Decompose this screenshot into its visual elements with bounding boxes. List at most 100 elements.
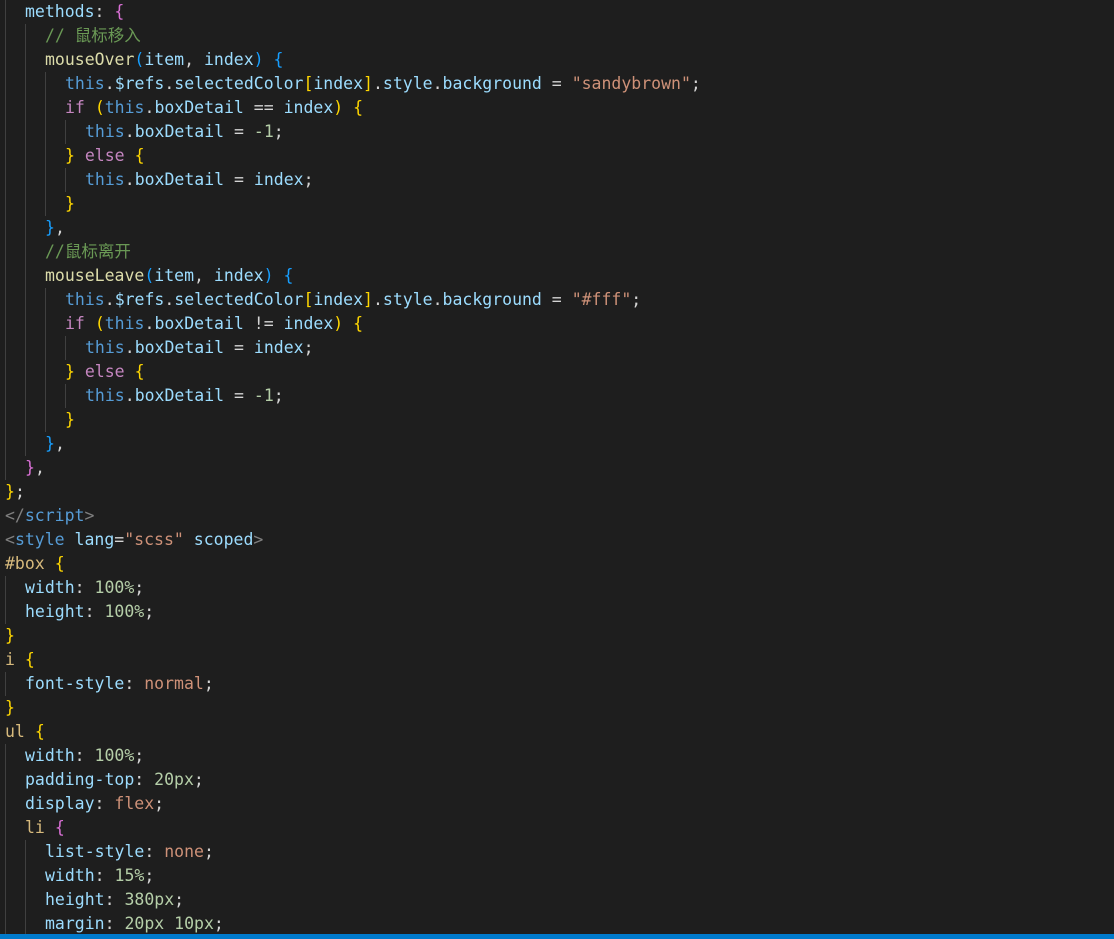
code-line[interactable]: <style lang="scss" scoped> (0, 528, 1114, 552)
indent-guide (25, 264, 26, 288)
code-line[interactable]: // 鼠标移入 (0, 24, 1114, 48)
code-line[interactable]: #box { (0, 552, 1114, 576)
code-token-control: if (65, 314, 85, 333)
code-token-default: : (124, 674, 145, 693)
code-token-function: mouseOver (45, 50, 135, 69)
code-token-default (45, 554, 55, 573)
code-line[interactable]: if (this.boxDetail == index) { (0, 96, 1114, 120)
code-token-default: ; (303, 338, 314, 357)
code-line[interactable]: //鼠标离开 (0, 240, 1114, 264)
code-line[interactable]: methods: { (0, 0, 1114, 24)
code-line[interactable]: list-style: none; (0, 840, 1114, 864)
indent-guide (45, 384, 46, 408)
code-line[interactable]: } (0, 624, 1114, 648)
code-token-bracket1: { (353, 98, 364, 117)
code-line[interactable]: }; (0, 480, 1114, 504)
code-token-bracket2: { (114, 2, 125, 21)
code-line[interactable]: this.boxDetail = index; (0, 168, 1114, 192)
code-token-variable: index (213, 266, 264, 285)
code-line[interactable]: mouseLeave(item, index) { (0, 264, 1114, 288)
code-token-bracket3: } (45, 218, 55, 237)
code-token-default: , (54, 434, 65, 453)
code-token-default: . (144, 98, 155, 117)
indent-guide (45, 72, 46, 96)
indent-guide (5, 912, 6, 934)
code-editor[interactable]: methods: {// 鼠标移入 mouseOver(item, index) … (0, 0, 1114, 934)
code-token-keyword: this (85, 338, 125, 357)
indent-guide (5, 192, 6, 216)
code-line[interactable]: padding-top: 20px; (0, 768, 1114, 792)
code-line[interactable]: font-style: normal; (0, 672, 1114, 696)
code-line[interactable]: mouseOver(item, index) { (0, 48, 1114, 72)
indent-guide (65, 336, 66, 360)
code-token-variable: width (25, 746, 75, 765)
code-line[interactable]: } else { (0, 144, 1114, 168)
indent-guide (5, 216, 6, 240)
code-token-default: . (124, 386, 135, 405)
code-token-default (343, 98, 353, 117)
code-token-bracket1: { (134, 362, 145, 381)
code-line[interactable]: i { (0, 648, 1114, 672)
code-line[interactable]: } (0, 408, 1114, 432)
code-line[interactable]: height: 380px; (0, 888, 1114, 912)
code-line[interactable]: this.boxDetail = -1; (0, 384, 1114, 408)
code-token-selector: li (25, 818, 45, 837)
code-token-variable: boxDetail (134, 338, 225, 357)
code-token-number: 20px (154, 770, 194, 789)
code-token-bracket2: } (25, 458, 35, 477)
code-token-control: else (84, 146, 125, 165)
code-line[interactable]: } (0, 192, 1114, 216)
code-token-variable: width (25, 578, 75, 597)
code-token-default: ; (273, 122, 284, 141)
code-token-variable: item (154, 266, 195, 285)
code-line[interactable]: </script> (0, 504, 1114, 528)
indent-guide (5, 840, 6, 864)
code-token-variable: boxDetail (154, 314, 244, 333)
code-token-variable: margin (45, 914, 105, 933)
code-token-default: . (124, 170, 135, 189)
code-token-variable: display (25, 794, 95, 813)
code-line[interactable]: if (this.boxDetail != index) { (0, 312, 1114, 336)
code-token-bracket3: ) (263, 266, 274, 285)
code-line[interactable]: ul { (0, 720, 1114, 744)
code-token-bracket1: { (24, 650, 35, 669)
code-line[interactable]: this.boxDetail = -1; (0, 120, 1114, 144)
code-line[interactable]: height: 100%; (0, 600, 1114, 624)
code-line[interactable]: this.$refs.selectedColor[index].style.ba… (0, 288, 1114, 312)
code-token-default: = (224, 386, 254, 405)
code-token-number: 380px (124, 890, 175, 909)
code-token-variable: boxDetail (134, 122, 225, 141)
code-token-default (125, 362, 135, 381)
code-line[interactable]: width: 100%; (0, 744, 1114, 768)
code-token-variable: style (382, 290, 433, 309)
indent-guide (45, 288, 46, 312)
indent-guide (5, 888, 6, 912)
code-token-default: ; (144, 866, 155, 885)
code-line[interactable]: }, (0, 216, 1114, 240)
code-line[interactable]: this.boxDetail = index; (0, 336, 1114, 360)
indent-guide (5, 600, 6, 624)
code-token-string: none (164, 842, 204, 861)
code-line[interactable]: this.$refs.selectedColor[index].style.ba… (0, 72, 1114, 96)
code-token-default: ; (134, 578, 145, 597)
code-line[interactable]: }, (0, 432, 1114, 456)
code-line[interactable]: li { (0, 816, 1114, 840)
code-line[interactable]: display: flex; (0, 792, 1114, 816)
code-token-variable: index (253, 170, 304, 189)
indent-guide (45, 408, 46, 432)
indent-guide (25, 384, 26, 408)
indent-guide (5, 384, 6, 408)
code-token-variable: selectedColor (174, 290, 304, 309)
code-line[interactable]: width: 100%; (0, 576, 1114, 600)
code-token-default (15, 650, 25, 669)
code-line[interactable]: } else { (0, 360, 1114, 384)
code-line[interactable]: margin: 20px 10px; (0, 912, 1114, 934)
code-token-keyword: this (104, 314, 145, 333)
code-token-default: . (164, 74, 175, 93)
code-line[interactable]: } (0, 696, 1114, 720)
code-line[interactable]: }, (0, 456, 1114, 480)
indent-guide (5, 240, 6, 264)
code-line[interactable]: width: 15%; (0, 864, 1114, 888)
indent-guide (25, 144, 26, 168)
code-token-default: , (54, 218, 65, 237)
